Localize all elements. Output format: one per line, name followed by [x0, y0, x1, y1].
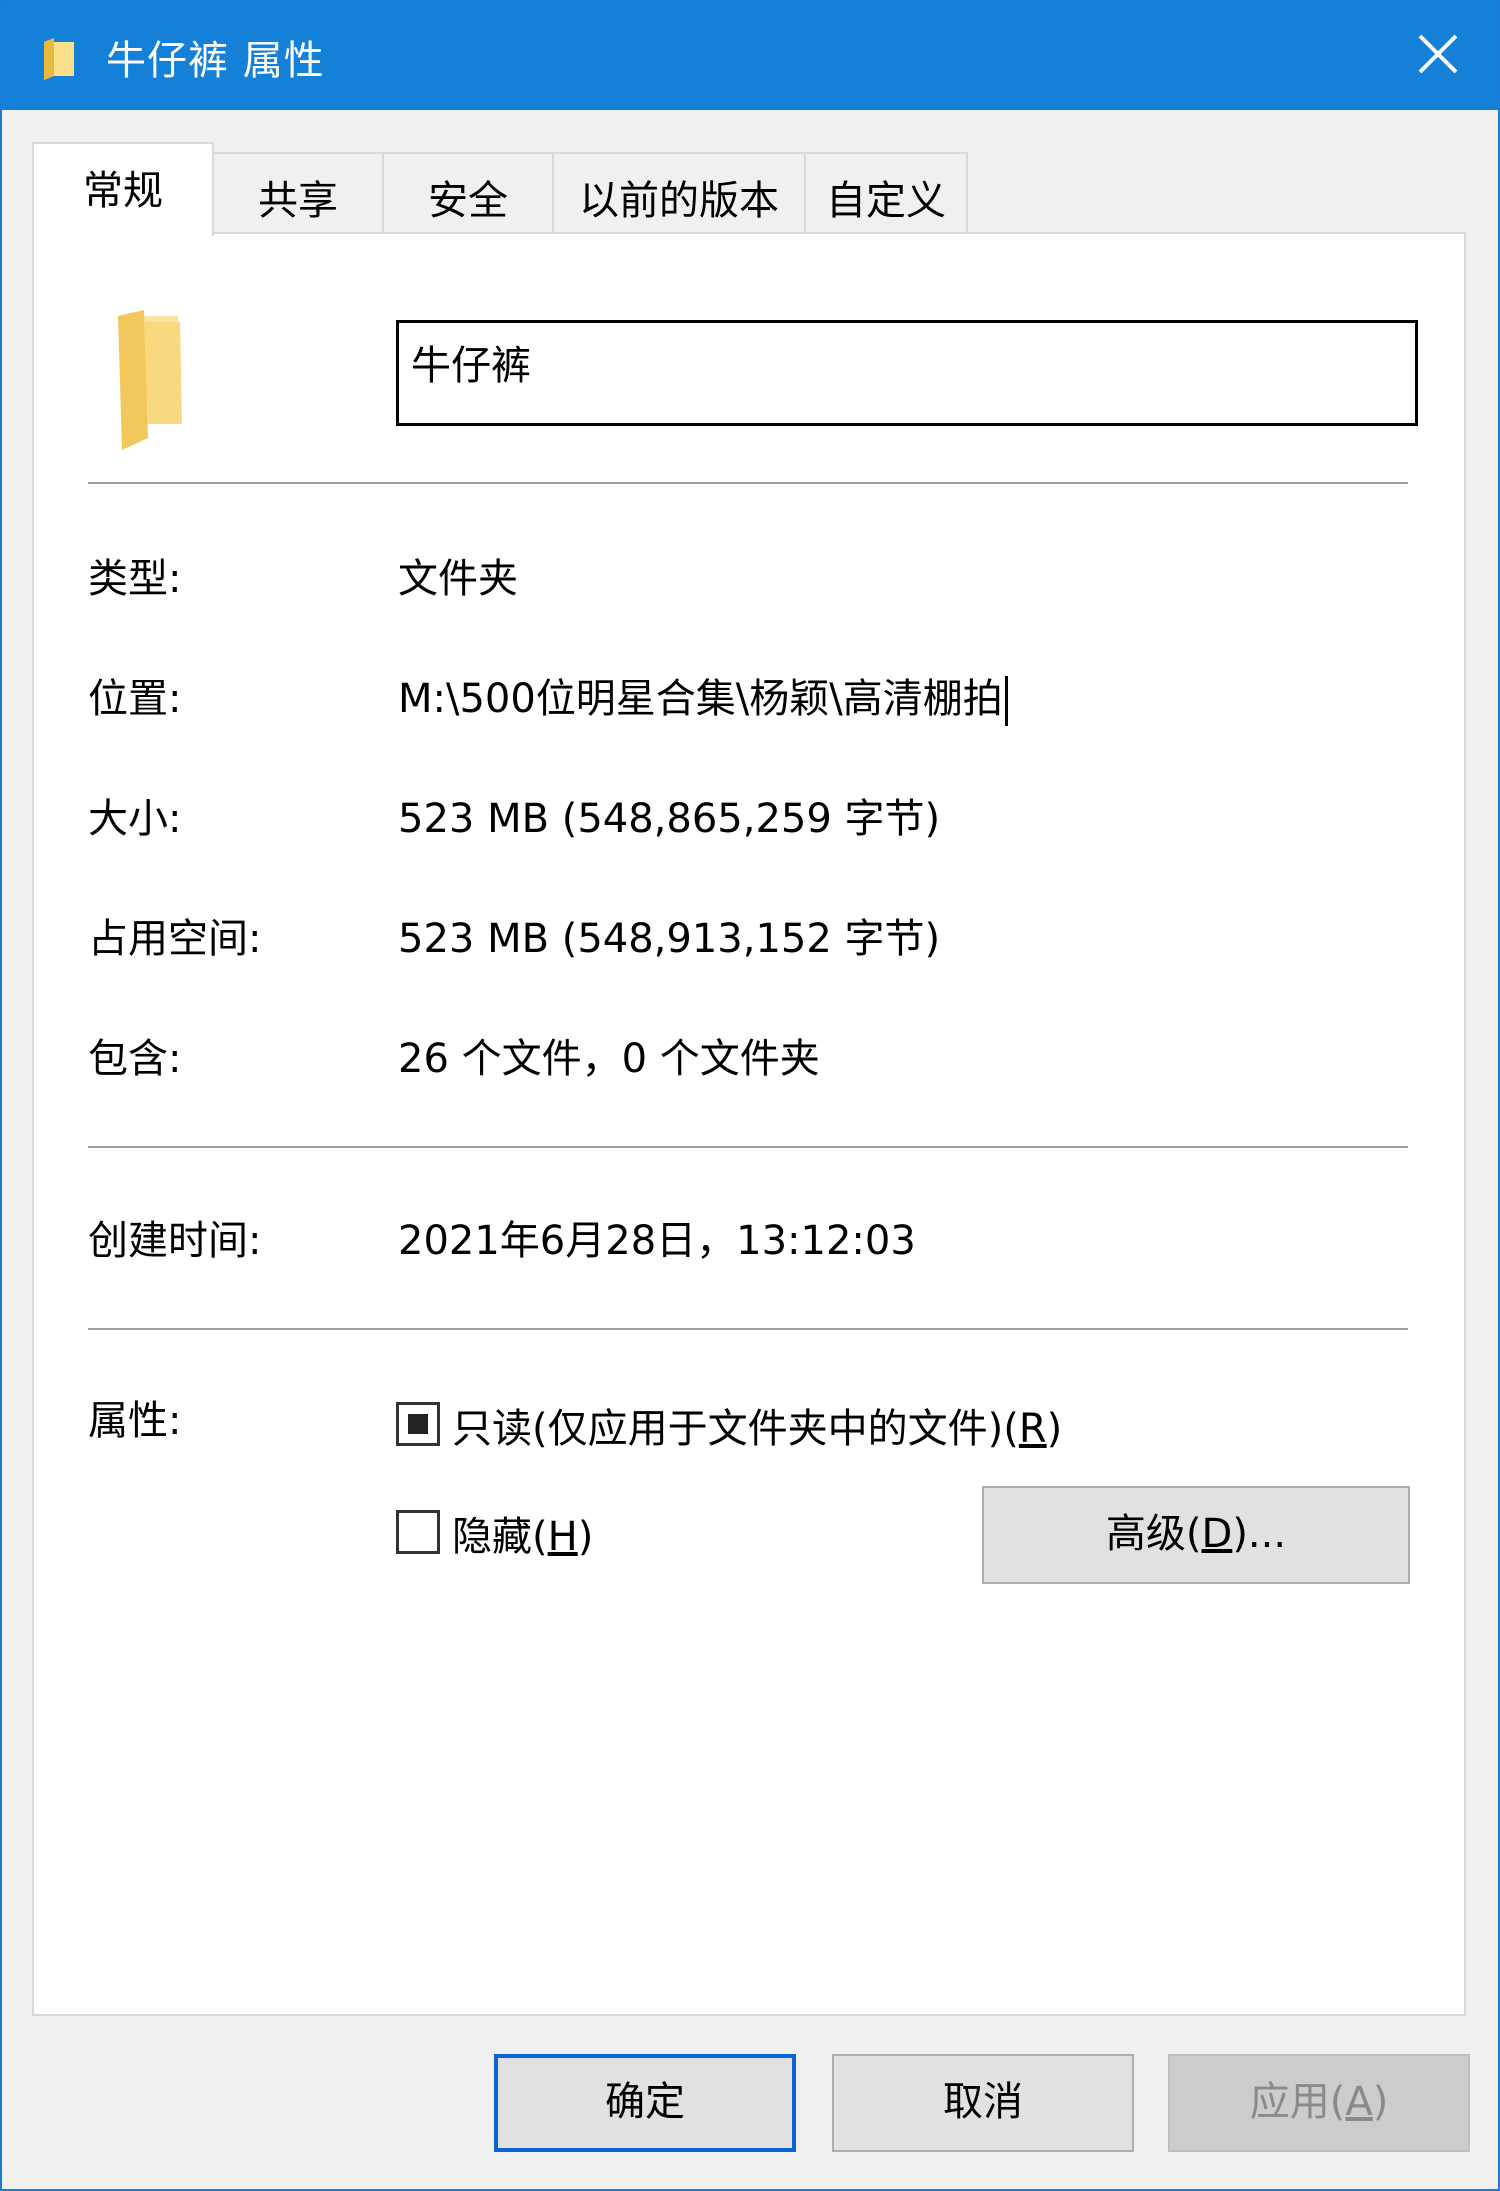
- created-label: 创建时间:: [88, 1218, 262, 1264]
- advanced-button[interactable]: 高级(D)...: [982, 1486, 1410, 1584]
- folder-name-input[interactable]: 牛仔裤: [396, 320, 1418, 426]
- readonly-label[interactable]: 只读(仅应用于文件夹中的文件)(R): [452, 1396, 1062, 1454]
- close-button[interactable]: [1378, 2, 1498, 110]
- divider: [88, 482, 1408, 484]
- apply-button[interactable]: 应用(A): [1168, 2054, 1470, 2152]
- type-value: 文件夹: [398, 556, 518, 602]
- general-panel: 牛仔裤 类型: 文件夹 位置: M:\500位明星合集\杨颖\高清棚拍 大小: …: [32, 232, 1466, 2016]
- properties-dialog: 牛仔裤 属性 常规 共享 安全 以前的版本 自定义 牛仔裤 类型: 文件夹 位置…: [0, 0, 1500, 2191]
- attributes-label: 属性:: [88, 1398, 182, 1444]
- divider: [88, 1328, 1408, 1330]
- contains-value: 26 个文件，0 个文件夹: [398, 1036, 820, 1082]
- location-value[interactable]: M:\500位明星合集\杨颖\高清棚拍: [398, 666, 1008, 726]
- ok-button[interactable]: 确定: [494, 2054, 796, 2152]
- tab-security[interactable]: 安全: [382, 152, 554, 232]
- divider: [88, 1146, 1408, 1148]
- cancel-button[interactable]: 取消: [832, 2054, 1134, 2152]
- hidden-checkbox[interactable]: [396, 1510, 440, 1554]
- tab-previous-versions[interactable]: 以前的版本: [552, 152, 806, 232]
- type-label: 类型:: [88, 556, 182, 602]
- size-on-disk-label: 占用空间:: [88, 916, 262, 962]
- location-label: 位置:: [88, 676, 182, 722]
- tab-general[interactable]: 常规: [32, 142, 214, 236]
- size-on-disk-value: 523 MB (548,913,152 字节): [398, 916, 941, 962]
- size-value: 523 MB (548,865,259 字节): [398, 796, 941, 842]
- tab-customize[interactable]: 自定义: [804, 152, 968, 232]
- tab-sharing[interactable]: 共享: [212, 152, 384, 232]
- created-value: 2021年6月28日，13:12:03: [398, 1218, 916, 1264]
- folder-icon: [108, 308, 198, 456]
- title-bar: 牛仔裤 属性: [2, 2, 1498, 110]
- indeterminate-mark: [408, 1414, 428, 1434]
- window-title: 牛仔裤 属性: [106, 38, 325, 84]
- close-icon: [1417, 33, 1459, 79]
- contains-label: 包含:: [88, 1036, 182, 1082]
- text-caret: [1004, 676, 1008, 726]
- readonly-checkbox[interactable]: [396, 1402, 440, 1446]
- hidden-label[interactable]: 隐藏(H): [452, 1504, 593, 1562]
- size-label: 大小:: [88, 796, 182, 842]
- folder-icon: [40, 36, 78, 84]
